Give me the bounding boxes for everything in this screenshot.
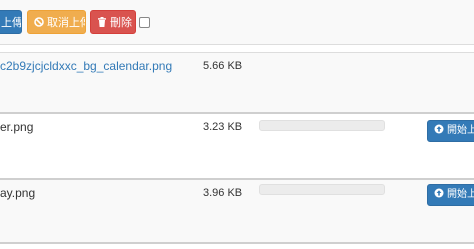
delete-button[interactable]: 刪除 [90, 10, 136, 34]
upload-all-label: 上傳 [1, 17, 22, 29]
upload-circle-icon [434, 122, 444, 134]
upload-circle-icon [434, 186, 444, 198]
file-upload-panel: 上傳 取消上傳 刪除 c2b9zjcjcldxxc_bg_calendar.pn… [0, 0, 474, 249]
start-upload-button[interactable]: 開始上 [427, 120, 474, 142]
upload-progress-bar [259, 184, 385, 195]
file-name-link[interactable]: c2b9zjcjcldxxc_bg_calendar.png [0, 59, 172, 73]
file-size: 3.23 KB [203, 121, 243, 133]
delete-label: 刪除 [110, 17, 132, 29]
start-upload-label: 開始上 [447, 189, 474, 200]
upload-progress-bar [259, 120, 385, 131]
file-size: 3.96 KB [203, 187, 243, 199]
select-all-checkbox[interactable] [139, 17, 150, 28]
start-upload-button[interactable]: 開始上 [427, 184, 474, 206]
file-name: er.png [0, 120, 34, 134]
file-row: er.png 3.23 KB 開始上 [0, 112, 474, 178]
upload-all-button[interactable]: 上傳 [0, 10, 22, 34]
file-row: c2b9zjcjcldxxc_bg_calendar.png 5.66 KB [0, 52, 474, 112]
file-name: ay.png [0, 186, 36, 200]
start-upload-label: 開始上 [447, 125, 474, 136]
trash-icon [97, 12, 107, 27]
file-size: 5.66 KB [203, 60, 243, 72]
cancel-upload-label: 取消上傳 [47, 17, 85, 29]
file-row: ay.png 3.96 KB 開始上 [0, 178, 474, 242]
next-file-row [0, 242, 474, 249]
ban-circle-icon [34, 12, 44, 27]
cancel-upload-button[interactable]: 取消上傳 [27, 10, 86, 34]
upload-toolbar: 上傳 取消上傳 刪除 [0, 0, 474, 45]
